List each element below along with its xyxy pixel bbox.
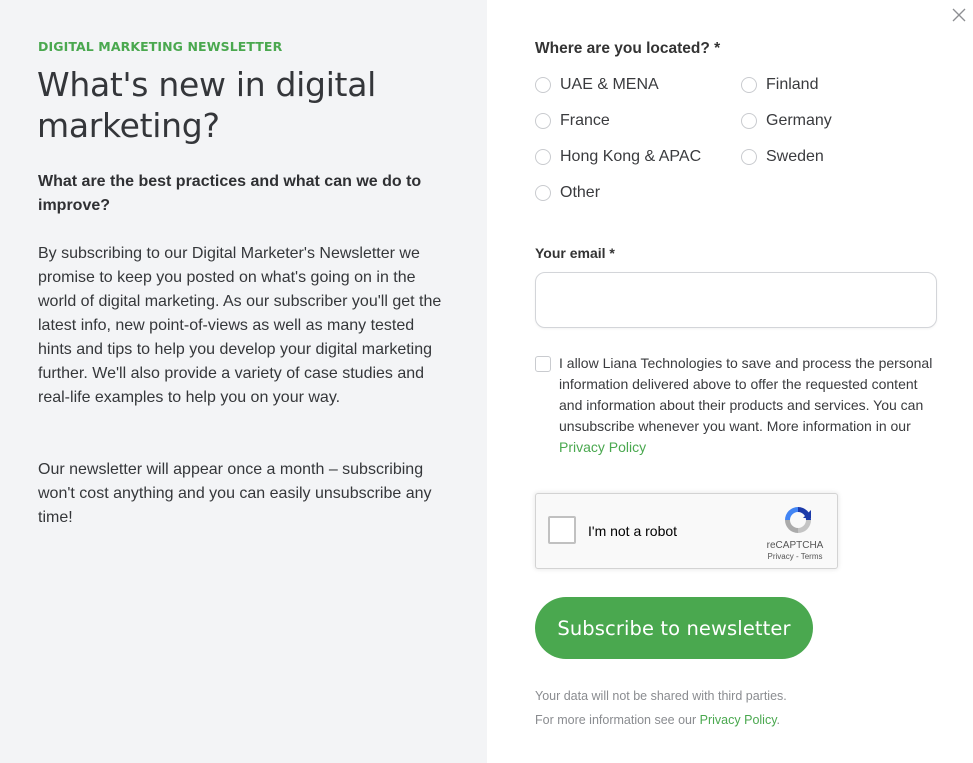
radio-other[interactable]: Other xyxy=(535,184,600,202)
consent-text: I allow Liana Technologies to save and p… xyxy=(559,353,937,458)
radio-circle[interactable] xyxy=(535,185,551,201)
radio-france[interactable]: France xyxy=(535,112,610,130)
recaptcha-widget: I'm not a robot reCAPTCHA Privacy - Term… xyxy=(535,493,838,569)
email-input[interactable] xyxy=(535,272,937,328)
consent-privacy-policy-link[interactable]: Privacy Policy xyxy=(559,439,646,455)
close-icon xyxy=(952,8,966,22)
recaptcha-checkbox[interactable] xyxy=(548,516,576,544)
privacy-note-prefix: For more information see our xyxy=(535,713,700,727)
radio-label: UAE & MENA xyxy=(560,76,659,93)
close-button[interactable] xyxy=(950,6,968,24)
consent-checkbox[interactable] xyxy=(535,356,551,372)
radio-label: Hong Kong & APAC xyxy=(560,148,702,165)
recaptcha-logo-icon xyxy=(785,507,811,533)
radio-circle[interactable] xyxy=(741,77,757,93)
recaptcha-privacy-terms-links[interactable]: Privacy - Terms xyxy=(760,552,830,561)
subscribe-button[interactable]: Subscribe to newsletter xyxy=(535,597,813,659)
radio-circle[interactable] xyxy=(535,77,551,93)
email-label: Your email * xyxy=(535,245,615,261)
radio-circle[interactable] xyxy=(535,149,551,165)
intro-panel: DIGITAL MARKETING NEWSLETTER What's new … xyxy=(0,0,487,763)
radio-label: Sweden xyxy=(766,148,824,165)
eyebrow-label: DIGITAL MARKETING NEWSLETTER xyxy=(38,39,283,54)
radio-label: France xyxy=(560,112,610,129)
radio-finland[interactable]: Finland xyxy=(741,76,818,94)
intro-paragraph-frequency: Our newsletter will appear once a month … xyxy=(38,461,432,526)
intro-paragraph: By subscribing to our Digital Marketer's… xyxy=(38,245,442,406)
recaptcha-brand: reCAPTCHA xyxy=(766,540,824,551)
radio-uae-mena[interactable]: UAE & MENA xyxy=(535,76,659,94)
radio-circle[interactable] xyxy=(741,149,757,165)
consent-text-body: I allow Liana Technologies to save and p… xyxy=(559,355,933,434)
radio-sweden[interactable]: Sweden xyxy=(741,148,824,166)
radio-label: Finland xyxy=(766,76,819,93)
privacy-note-suffix: . xyxy=(776,713,781,727)
subtitle: What are the best practices and what can… xyxy=(38,173,422,214)
privacy-note: For more information see our Privacy Pol… xyxy=(535,713,780,727)
radio-circle[interactable] xyxy=(535,113,551,129)
location-label: Where are you located? * xyxy=(535,40,721,57)
page-title: What's new in digital marketing? xyxy=(37,65,376,145)
radio-hong-kong-apac[interactable]: Hong Kong & APAC xyxy=(535,148,701,166)
radio-label: Other xyxy=(560,184,601,201)
radio-circle[interactable] xyxy=(741,113,757,129)
data-sharing-note: Your data will not be shared with third … xyxy=(535,689,787,703)
radio-germany[interactable]: Germany xyxy=(741,112,832,130)
footer-privacy-policy-link[interactable]: Privacy Policy xyxy=(700,713,777,727)
radio-label: Germany xyxy=(766,112,832,129)
recaptcha-label: I'm not a robot xyxy=(588,523,678,539)
